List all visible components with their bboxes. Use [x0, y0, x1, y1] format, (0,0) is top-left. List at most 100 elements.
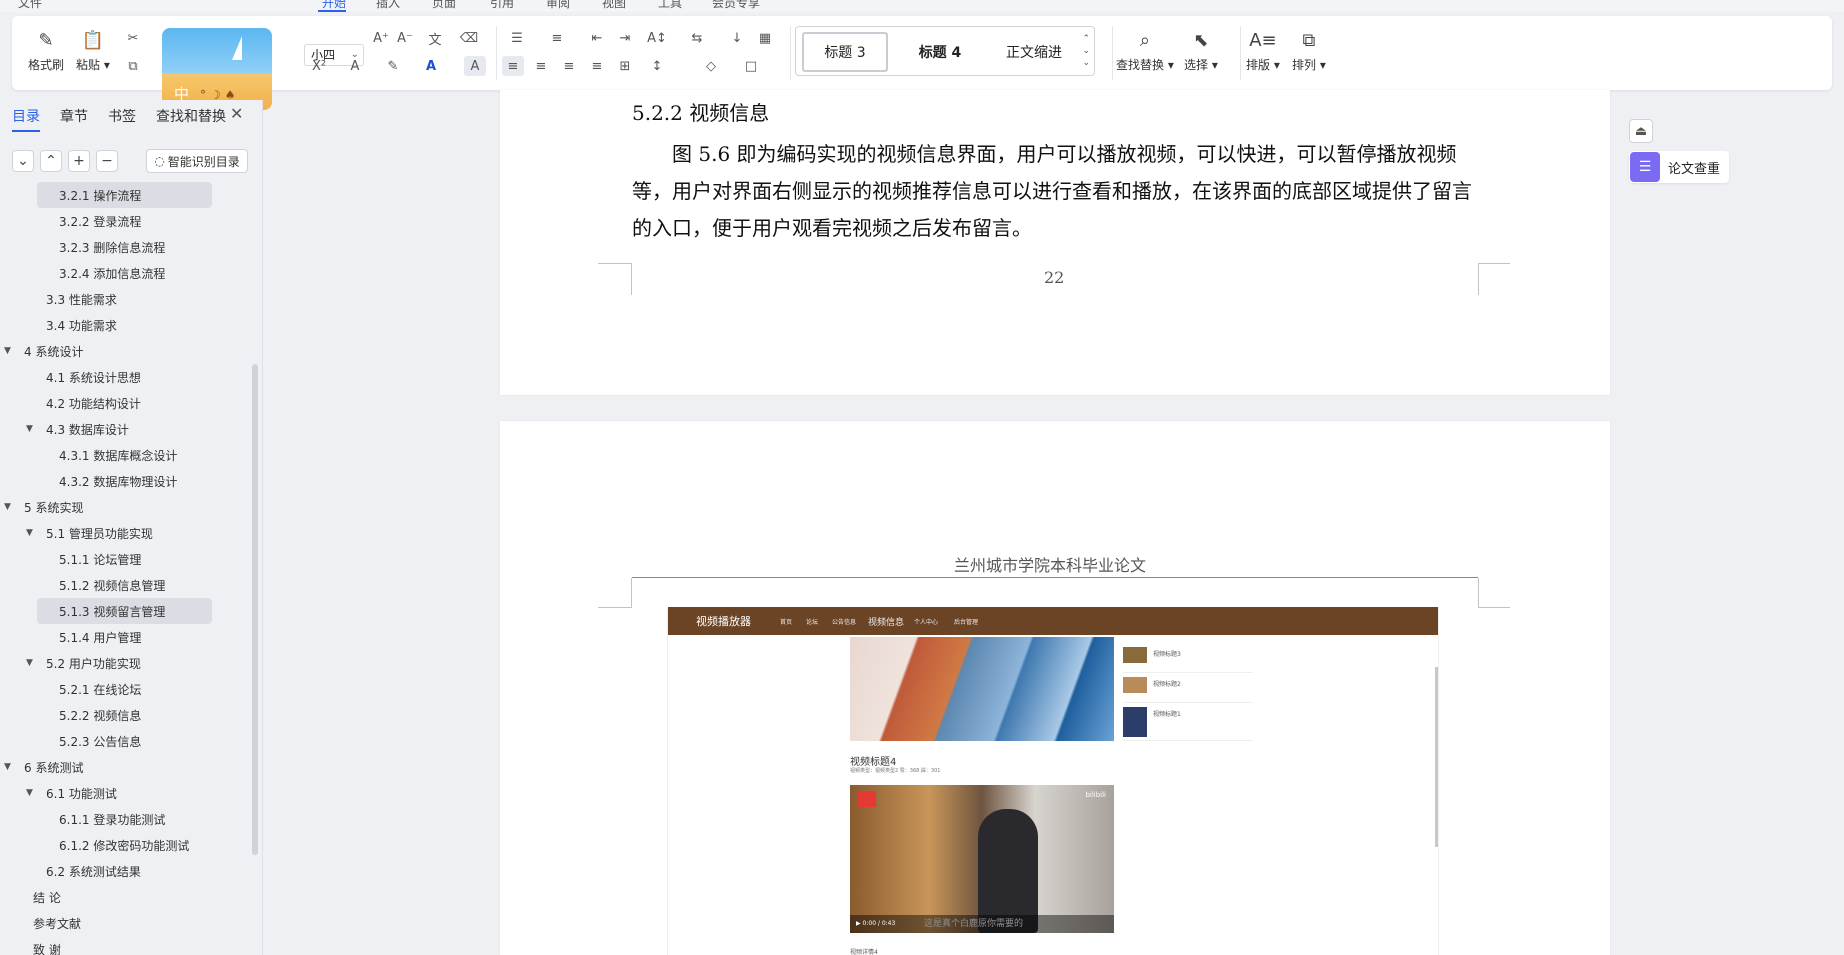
toc-item[interactable]: ▼ 6 系统测试 [0, 754, 252, 780]
menu-page[interactable]: 页面 [432, 0, 456, 11]
border-icon[interactable]: □ [740, 56, 762, 76]
close-icon[interactable]: ✕ [230, 104, 243, 123]
toc-item[interactable]: 3.2.1 操作流程 [37, 182, 212, 208]
chevron-down-icon[interactable]: ▼ [4, 762, 11, 772]
copy-icon[interactable]: ⧉ [122, 56, 144, 76]
toc-item[interactable]: 4.3.2 数据库物理设计 [0, 468, 252, 494]
remove-heading-button[interactable]: − [96, 150, 118, 172]
toc-item[interactable]: 4.1 系统设计思想 [0, 364, 252, 390]
select-button[interactable]: ⬉ 选择 ▾ [1184, 28, 1218, 73]
align-right-icon[interactable]: ≡ [558, 56, 580, 76]
text-effect-icon[interactable]: A [344, 56, 366, 76]
grow-font-icon[interactable]: A⁺ [370, 28, 392, 48]
chevron-down-icon[interactable]: ▼ [26, 424, 33, 434]
chevron-down-icon[interactable]: ▼ [26, 528, 33, 538]
expand-up-button[interactable]: ⌃ [40, 150, 62, 172]
cut-icon[interactable]: ✂ [122, 28, 144, 48]
sort-icon[interactable]: ↓ [726, 28, 748, 48]
tab-find-replace[interactable]: 查找和替换 [156, 106, 226, 126]
sidebar-scrollbar[interactable] [252, 364, 258, 855]
layout-button[interactable]: A≡ 排版 ▾ [1246, 28, 1280, 73]
toc-item[interactable]: 3.2.2 登录流程 [0, 208, 252, 234]
toc-item[interactable]: 5.1.4 用户管理 [0, 624, 252, 650]
chevron-down-icon[interactable]: ▼ [26, 788, 33, 798]
tab-bookmarks[interactable]: 书签 [108, 106, 136, 126]
toc-item[interactable]: ▼ 5.2 用户功能实现 [0, 650, 252, 676]
toc-item[interactable]: 6.2 系统测试结果 [0, 858, 252, 884]
find-replace-button[interactable]: ⌕ 查找替换 ▾ [1116, 28, 1174, 73]
style-body-indent[interactable]: 正文缩进 [988, 32, 1080, 72]
ime-widget[interactable]: 中 °☽♠ [162, 28, 272, 110]
menu-file[interactable]: 文件 [18, 0, 42, 11]
align-center-icon[interactable]: ≡ [530, 56, 552, 76]
smart-toc-button[interactable]: ◌ 智能识别目录 [146, 149, 248, 173]
swap-icon[interactable]: ⇆ [686, 28, 708, 48]
menu-member[interactable]: 会员专享 [712, 0, 760, 11]
toc-item[interactable]: 6.1.1 登录功能测试 [0, 806, 252, 832]
menu-review[interactable]: 审阅 [546, 0, 570, 11]
font-color-icon[interactable]: A [420, 56, 442, 76]
menu-tools[interactable]: 工具 [658, 0, 682, 11]
text-direction-icon[interactable]: A↕ [646, 28, 668, 48]
toc-item[interactable]: ▼ 4 系统设计 [0, 338, 252, 364]
line-spacing-icon[interactable]: ↕ [646, 56, 668, 76]
toc-item[interactable]: 3.2.3 删除信息流程 [0, 234, 252, 260]
chevron-down-icon[interactable]: ▼ [26, 658, 33, 668]
toc-item[interactable]: ▼ 6.1 功能测试 [0, 780, 252, 806]
menu-reference[interactable]: 引用 [490, 0, 514, 11]
decrease-indent-icon[interactable]: ⇤ [586, 28, 608, 48]
toc-item[interactable]: 4.3.1 数据库概念设计 [0, 442, 252, 468]
style-heading-4[interactable]: 标题 4 [894, 32, 986, 72]
style-scroll-icon[interactable]: ⌃ ⌄ ⌄ [1082, 33, 1090, 69]
add-heading-button[interactable]: + [68, 150, 90, 172]
increase-indent-icon[interactable]: ⇥ [614, 28, 636, 48]
toc-item[interactable]: 5.1.2 视频信息管理 [0, 572, 252, 598]
tab-chapters[interactable]: 章节 [60, 106, 88, 126]
arrange-button[interactable]: ⧉ 排列 ▾ [1292, 28, 1326, 73]
numbered-list-icon[interactable]: ≡ [546, 28, 568, 48]
format-painter-button[interactable]: ✎ 格式刷 [28, 28, 64, 73]
body-paragraph[interactable]: 图 5.6 即为编码实现的视频信息界面，用户可以播放视频，可以快进，可以暂停播放… [632, 136, 1480, 247]
chevron-down-icon[interactable]: ▼ [4, 346, 11, 356]
table-icon[interactable]: ▦ [754, 28, 776, 48]
toc-item[interactable]: 5.2.3 公告信息 [0, 728, 252, 754]
toc-item[interactable]: 5.1.1 论坛管理 [0, 546, 252, 572]
toc-item[interactable]: ▼ 5 系统实现 [0, 494, 252, 520]
section-heading[interactable]: 5.2.2 视频信息 [632, 97, 769, 126]
collapse-panel-button[interactable]: ⏏ [1629, 119, 1653, 143]
pane-splitter[interactable] [262, 100, 263, 955]
align-left-icon[interactable]: ≡ [502, 56, 524, 76]
clear-format-icon[interactable]: ⌫ [458, 28, 480, 48]
char-shading-icon[interactable]: A [464, 56, 486, 76]
menu-insert[interactable]: 插入 [376, 0, 400, 11]
toc-item[interactable]: 5.2.2 视频信息 [0, 702, 252, 728]
toc-item[interactable]: 参考文献 [0, 910, 252, 936]
phonetic-icon[interactable]: 文 [424, 28, 446, 48]
toc-item[interactable]: ▼ 5.1 管理员功能实现 [0, 520, 252, 546]
plagiarism-check-button[interactable]: ☰ 论文查重 [1629, 151, 1729, 183]
style-heading-3[interactable]: 标题 3 [802, 32, 888, 72]
menu-view[interactable]: 视图 [602, 0, 626, 11]
toc-item[interactable]: 5.2.1 在线论坛 [0, 676, 252, 702]
toc-item[interactable]: 3.3 性能需求 [0, 286, 252, 312]
shading-icon[interactable]: ◇ [700, 56, 722, 76]
distribute-icon[interactable]: ⊞ [614, 56, 636, 76]
toc-item[interactable]: ▼ 4.3 数据库设计 [0, 416, 252, 442]
chevron-down-icon[interactable]: ▼ [4, 502, 11, 512]
highlight-icon[interactable]: ✎ [382, 56, 404, 76]
justify-icon[interactable]: ≡ [586, 56, 608, 76]
toc-item[interactable]: 6.1.2 修改密码功能测试 [0, 832, 252, 858]
toc-item[interactable]: 3.4 功能需求 [0, 312, 252, 338]
bullet-list-icon[interactable]: ☰ [506, 28, 528, 48]
collapse-all-button[interactable]: ⌄ [12, 150, 34, 172]
toc-item[interactable]: 5.1.3 视频留言管理 [37, 598, 212, 624]
toc-item[interactable]: 结 论 [0, 884, 252, 910]
tab-toc[interactable]: 目录 [12, 106, 40, 132]
toc-item[interactable]: 3.2.4 添加信息流程 [0, 260, 252, 286]
shrink-font-icon[interactable]: A⁻ [394, 28, 416, 48]
toc-item[interactable]: 4.2 功能结构设计 [0, 390, 252, 416]
paste-button[interactable]: 📋 粘贴 ▾ [76, 28, 110, 73]
superscript-icon[interactable]: X² [308, 56, 330, 76]
embedded-screenshot[interactable]: 视频播放器 首页 论坛 公告信息 视频信息 个人中心 后台管理 视频标题4 视频… [667, 607, 1439, 955]
toc-item[interactable]: 致 谢 [0, 936, 252, 955]
